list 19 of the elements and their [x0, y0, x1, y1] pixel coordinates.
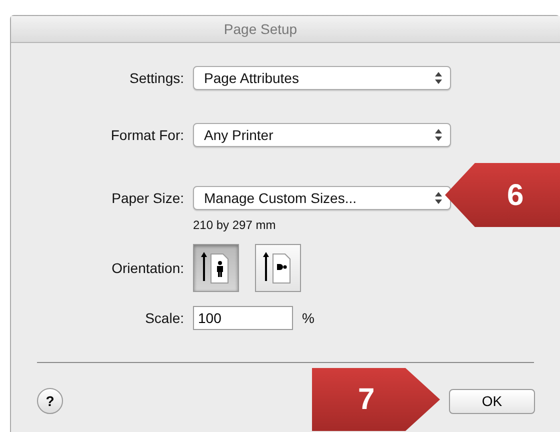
popup-menu[interactable]: Page Attributes — [193, 66, 451, 90]
field-label: Paper Size: — [110, 188, 184, 208]
landscape-orientation-button[interactable] — [255, 244, 301, 292]
help-button[interactable]: ? — [37, 388, 63, 414]
stepper-arrows-icon — [435, 192, 442, 204]
field-label: Format For: — [110, 126, 184, 144]
portrait-orientation-button[interactable] — [193, 244, 239, 292]
popup-menu[interactable]: Manage Custom Sizes... — [193, 186, 451, 210]
field-label: Settings: — [128, 68, 184, 88]
percent-unit: % — [302, 308, 314, 328]
field-label: Scale: — [144, 308, 184, 328]
paper-dimensions: 210 by 297 mm — [193, 217, 277, 234]
popup-menu[interactable]: Any Printer — [193, 123, 451, 147]
field-label: Orientation: — [110, 258, 184, 278]
ok-button[interactable]: OK — [449, 388, 535, 414]
window-title: Page Setup — [11, 16, 560, 43]
stepper-arrows-icon — [435, 72, 442, 84]
stepper-arrows-icon — [435, 129, 442, 141]
scale-input[interactable]: 100 — [193, 306, 293, 330]
